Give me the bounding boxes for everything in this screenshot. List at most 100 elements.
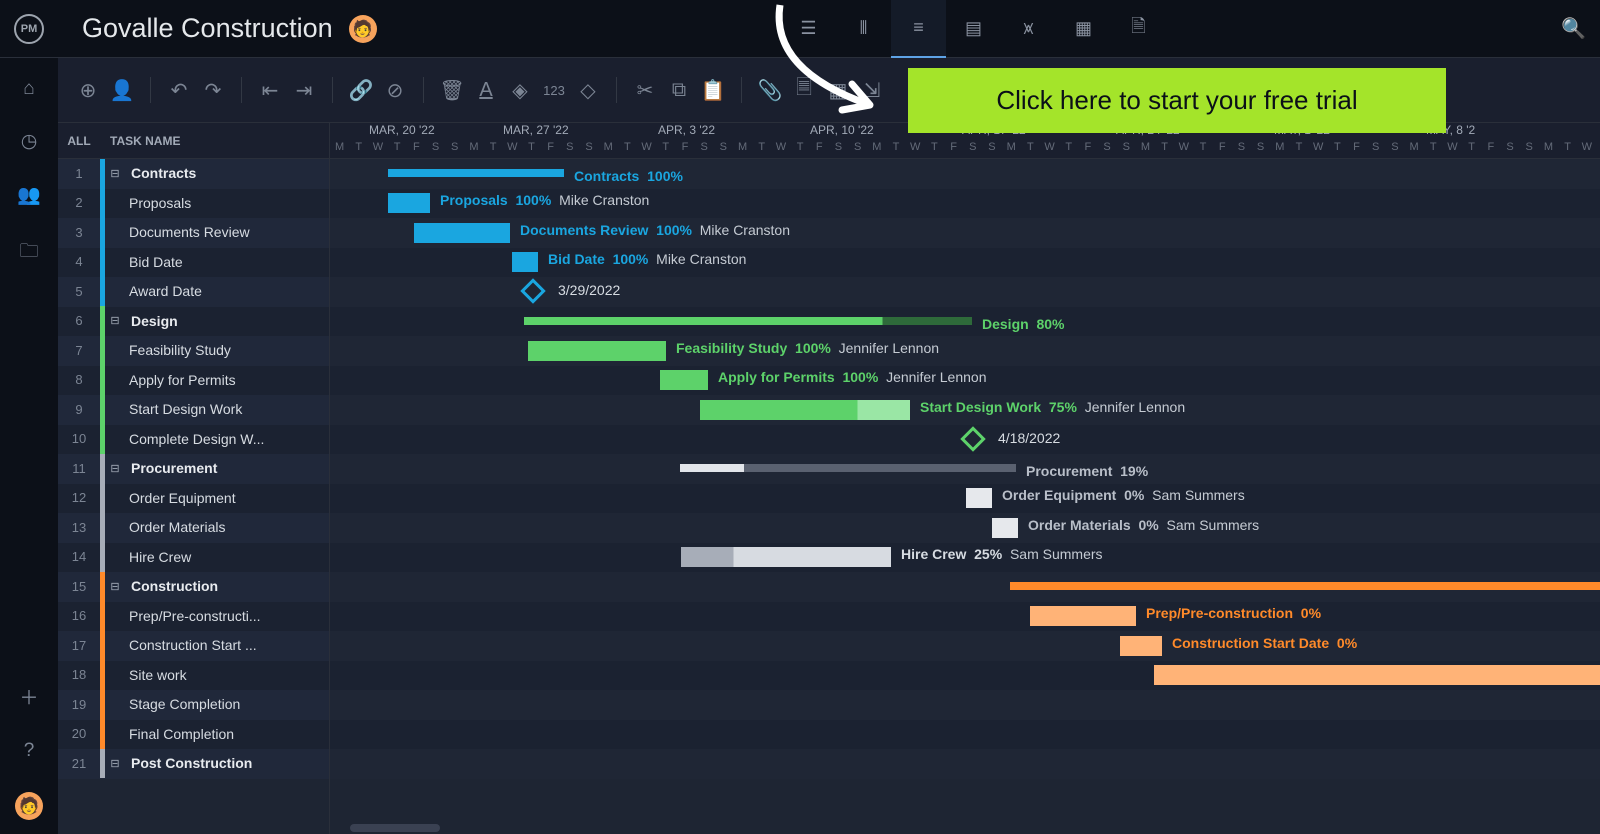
gantt-task-bar[interactable]: Order Equipment 0% Sam Summers [966, 488, 992, 508]
gantt-scrollbar[interactable] [350, 824, 440, 832]
gantt-task-bar[interactable]: Order Materials 0% Sam Summers [992, 518, 1018, 538]
gantt-task-bar[interactable]: Documents Review 100% Mike Cranston [414, 223, 510, 243]
task-row[interactable]: 19 Stage Completion [58, 690, 329, 720]
gantt-milestone[interactable] [960, 426, 985, 451]
undo-icon[interactable]: ↶ [167, 78, 191, 102]
gantt-task-bar[interactable]: Feasibility Study 100% Jennifer Lennon [528, 341, 666, 361]
gantt-bar-label: Order Materials 0% Sam Summers [1028, 517, 1259, 533]
search-icon[interactable]: 🔍 [1561, 16, 1586, 41]
task-row[interactable]: 16 Prep/Pre-constructi... [58, 602, 329, 632]
grid-icon[interactable]: ▦ [826, 78, 850, 102]
help-icon[interactable]: ? [24, 740, 35, 762]
view-calendar-icon[interactable]: ▦ [1056, 0, 1111, 58]
recent-icon[interactable]: ◷ [21, 130, 38, 153]
gantt-row: Prep/Pre-construction 0% [330, 602, 1600, 632]
task-row[interactable]: 11 ⊟ Procurement [58, 454, 329, 484]
timeline-week-label: APR, 3 '22 [658, 123, 715, 141]
view-activity-icon[interactable]: ⩙ [1001, 0, 1056, 58]
paste-icon[interactable]: 📋 [701, 78, 725, 102]
home-icon[interactable]: ⌂ [23, 78, 34, 100]
gantt-row [330, 720, 1600, 750]
milestone-icon[interactable]: ◇ [576, 78, 600, 102]
gantt-row: Bid Date 100% Mike Cranston [330, 248, 1600, 278]
task-name-cell: Procurement [125, 460, 217, 476]
timeline-day-label: S [714, 141, 733, 159]
task-row[interactable]: 15 ⊟ Construction [58, 572, 329, 602]
gantt-summary-bar[interactable]: Contracts 100% [388, 169, 564, 177]
export-icon[interactable]: ⇲ [860, 78, 884, 102]
timeline-day-label: T [656, 141, 675, 159]
gantt-milestone[interactable] [520, 278, 545, 303]
timeline-day-label: S [426, 141, 445, 159]
gantt-task-bar[interactable]: Prep/Pre-construction 0% [1030, 606, 1136, 626]
gantt-summary-bar[interactable]: Design 80% [524, 317, 972, 325]
task-row[interactable]: 20 Final Completion [58, 720, 329, 750]
task-row[interactable]: 4 Bid Date [58, 248, 329, 278]
row-number: 20 [58, 726, 100, 741]
task-row[interactable]: 12 Order Equipment [58, 484, 329, 514]
task-row[interactable]: 13 Order Materials [58, 513, 329, 543]
cta-banner[interactable]: Click here to start your free trial [908, 68, 1446, 133]
task-row[interactable]: 1 ⊟ Contracts [58, 159, 329, 189]
gantt-task-bar[interactable]: Bid Date 100% Mike Cranston [512, 252, 538, 272]
view-list-icon[interactable]: ☰ [781, 0, 836, 58]
task-row[interactable]: 9 Start Design Work [58, 395, 329, 425]
task-row[interactable]: 6 ⊟ Design [58, 307, 329, 337]
collapse-icon[interactable]: ⊟ [105, 167, 125, 180]
row-number: 1 [58, 166, 100, 181]
view-sheet-icon[interactable]: ▤ [946, 0, 1001, 58]
redo-icon[interactable]: ↷ [201, 78, 225, 102]
tag-icon[interactable]: ◈ [508, 78, 532, 102]
task-row[interactable]: 18 Site work [58, 661, 329, 691]
collapse-icon[interactable]: ⊟ [105, 462, 125, 475]
gantt-task-bar[interactable]: Construction Start Date 0% [1120, 636, 1162, 656]
task-row[interactable]: 17 Construction Start ... [58, 631, 329, 661]
cut-icon[interactable]: ✂ [633, 78, 657, 102]
assign-icon[interactable]: 👤 [110, 78, 134, 102]
collapse-icon[interactable]: ⊟ [105, 757, 125, 770]
collapse-icon[interactable]: ⊟ [105, 314, 125, 327]
note-icon[interactable]: 🗏 [792, 78, 816, 102]
collapse-icon[interactable]: ⊟ [105, 580, 125, 593]
gantt-row: Feasibility Study 100% Jennifer Lennon [330, 336, 1600, 366]
user-avatar[interactable]: 🧑 [15, 792, 43, 820]
task-row[interactable]: 8 Apply for Permits [58, 366, 329, 396]
add-task-icon[interactable]: ⊕ [76, 78, 100, 102]
view-switcher: ☰ ⦀ ≡ ▤ ⩙ ▦ 🗎 [781, 0, 1166, 58]
task-row[interactable]: 5 Award Date [58, 277, 329, 307]
indent-icon[interactable]: ⇥ [292, 78, 316, 102]
view-file-icon[interactable]: 🗎 [1111, 0, 1166, 58]
gantt-task-bar[interactable]: Apply for Permits 100% Jennifer Lennon [660, 370, 708, 390]
portfolio-icon[interactable]: 🗀 [19, 237, 38, 269]
view-board-icon[interactable]: ⦀ [836, 0, 891, 58]
text-style-icon[interactable]: A [474, 78, 498, 102]
task-row[interactable]: 3 Documents Review [58, 218, 329, 248]
add-icon[interactable]: ＋ [19, 683, 38, 710]
gantt-task-bar[interactable]: Hire Crew 25% Sam Summers [681, 547, 891, 567]
task-row[interactable]: 7 Feasibility Study [58, 336, 329, 366]
gantt-task-bar[interactable]: Start Design Work 75% Jennifer Lennon [700, 400, 910, 420]
gantt-summary-bar[interactable]: Procurement 19% [680, 464, 1016, 472]
project-avatar[interactable]: 🧑 [349, 15, 377, 43]
outdent-icon[interactable]: ⇤ [258, 78, 282, 102]
view-gantt-icon[interactable]: ≡ [891, 0, 946, 58]
task-row[interactable]: 2 Proposals [58, 189, 329, 219]
link-icon[interactable]: 🔗 [349, 78, 373, 102]
timeline-day-label: W [1309, 141, 1328, 159]
task-row[interactable]: 14 Hire Crew [58, 543, 329, 573]
task-row[interactable]: 21 ⊟ Post Construction [58, 749, 329, 779]
task-row[interactable]: 10 Complete Design W... [58, 425, 329, 455]
copy-icon[interactable]: ⧉ [667, 78, 691, 102]
gantt-chart[interactable]: MAR, 20 '22MAR, 27 '22APR, 3 '22APR, 10 … [330, 123, 1600, 834]
col-all[interactable]: ALL [58, 134, 100, 148]
delete-icon[interactable]: 🗑 [440, 78, 464, 102]
gantt-summary-bar[interactable] [1010, 582, 1600, 590]
col-taskname[interactable]: TASK NAME [100, 134, 180, 148]
unlink-icon[interactable]: ⊘ [383, 78, 407, 102]
gantt-task-bar[interactable] [1154, 665, 1600, 685]
app-logo[interactable]: PM [14, 14, 44, 44]
attach-icon[interactable]: 📎 [758, 78, 782, 102]
team-icon[interactable]: 👥 [17, 183, 41, 207]
gantt-task-bar[interactable]: Proposals 100% Mike Cranston [388, 193, 430, 213]
number-icon[interactable]: 123 [542, 78, 566, 102]
